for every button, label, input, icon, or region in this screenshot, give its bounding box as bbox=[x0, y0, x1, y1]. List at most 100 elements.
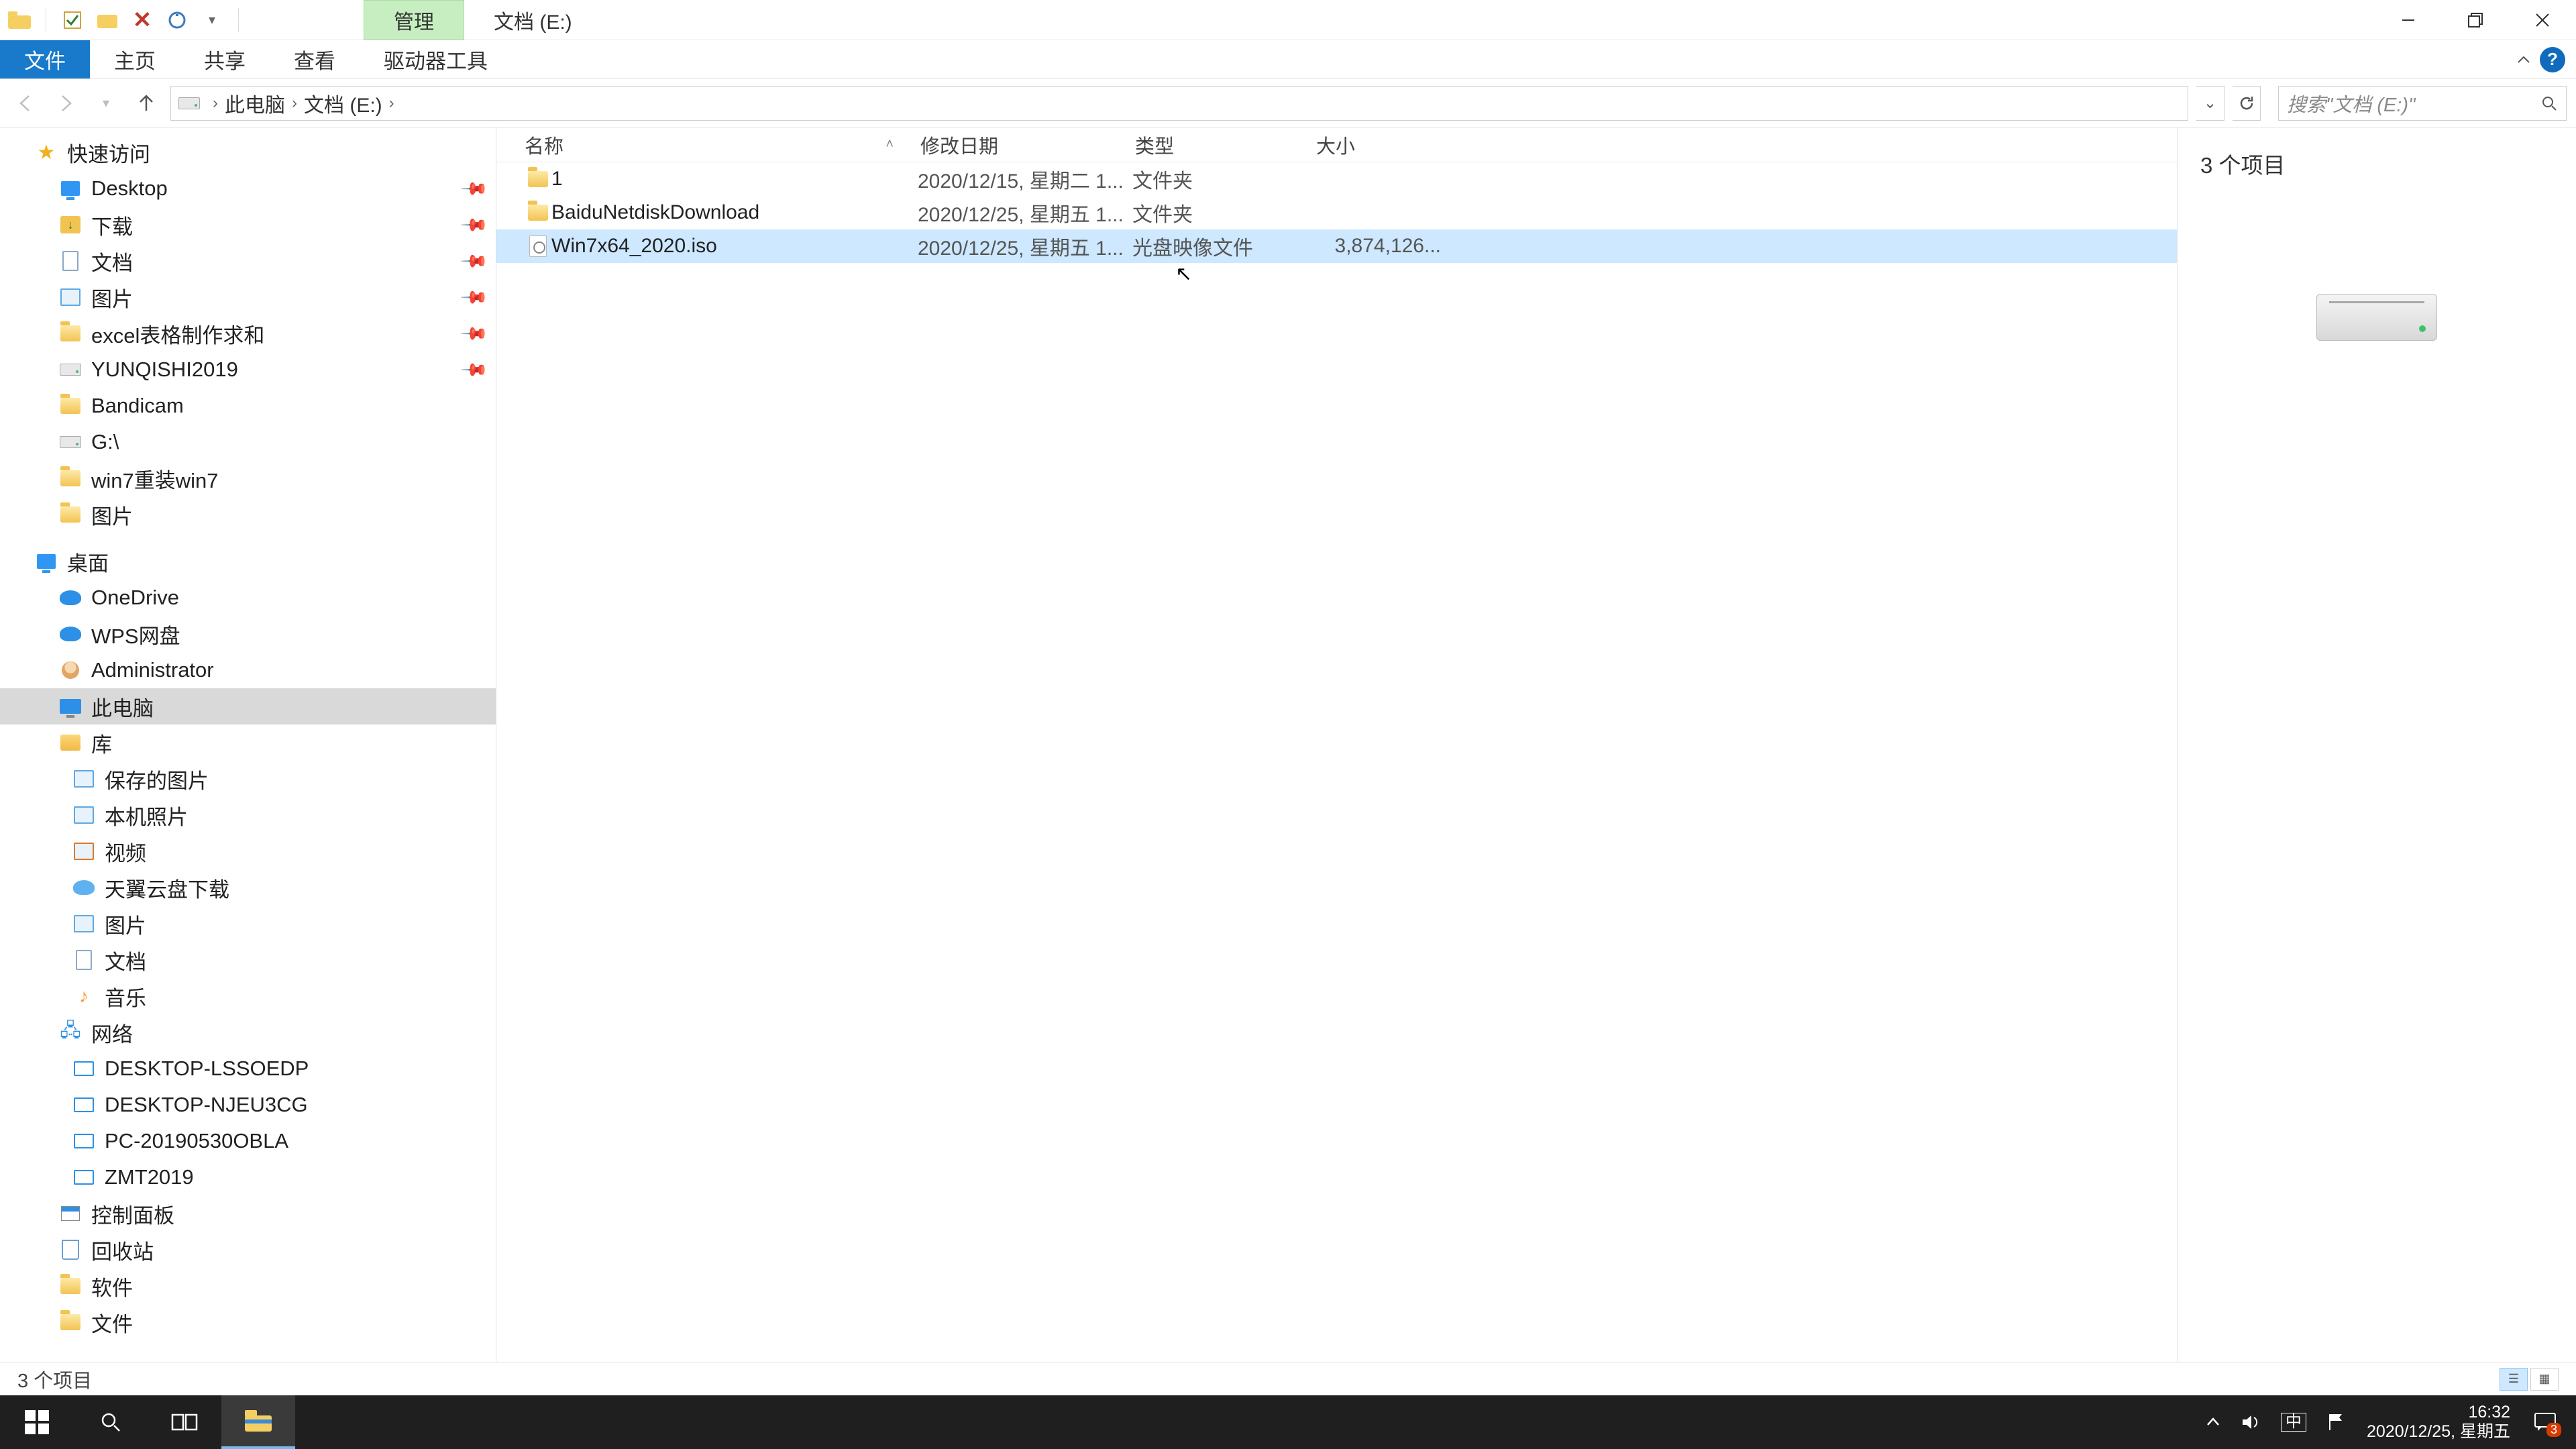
tree-yunqishi[interactable]: YUNQISHI2019📌 bbox=[0, 352, 496, 388]
tree-files[interactable]: 文件 bbox=[0, 1304, 496, 1340]
file-row[interactable]: Win7x64_2020.iso2020/12/25, 星期五 1...光盘映像… bbox=[496, 229, 2177, 263]
qat-delete-icon[interactable]: ✕ bbox=[129, 7, 155, 33]
tray-overflow-chevron-icon[interactable] bbox=[2206, 1415, 2220, 1430]
tree-net4[interactable]: ZMT2019 bbox=[0, 1159, 496, 1195]
tree-net2[interactable]: DESKTOP-NJEU3CG bbox=[0, 1087, 496, 1123]
tree-saved-pictures[interactable]: 保存的图片 bbox=[0, 761, 496, 797]
tree-recycle[interactable]: 回收站 bbox=[0, 1232, 496, 1268]
tree-label: 天翼云盘下载 bbox=[105, 873, 229, 903]
tree-net3[interactable]: PC-20190530OBLA bbox=[0, 1123, 496, 1159]
help-icon[interactable]: ? bbox=[2540, 47, 2565, 72]
tree-excel[interactable]: excel表格制作求和📌 bbox=[0, 315, 496, 352]
ribbon-tab-home[interactable]: 主页 bbox=[90, 40, 180, 78]
taskbar-explorer-button[interactable] bbox=[221, 1395, 295, 1449]
tree-label: Administrator bbox=[91, 658, 214, 682]
tree-win7reinstall[interactable]: win7重装win7 bbox=[0, 460, 496, 496]
tree-documents2[interactable]: 文档 bbox=[0, 942, 496, 978]
view-icons-button[interactable]: ▦ bbox=[2530, 1368, 2559, 1391]
column-header-size[interactable]: 大小 bbox=[1316, 127, 1444, 162]
taskbar-search-button[interactable] bbox=[74, 1395, 148, 1449]
qat-new-folder-icon[interactable] bbox=[95, 7, 120, 33]
navigation-pane[interactable]: ★快速访问 Desktop📌 下载📌 文档📌 图片📌 excel表格制作求和📌 … bbox=[0, 127, 496, 1362]
column-header-date[interactable]: 修改日期 bbox=[920, 127, 1135, 162]
network-pc-icon bbox=[72, 1130, 95, 1152]
search-input[interactable]: 搜索"文档 (E:)" bbox=[2278, 86, 2567, 121]
tree-pictures[interactable]: 图片📌 bbox=[0, 279, 496, 315]
up-button[interactable] bbox=[130, 87, 162, 119]
tree-software[interactable]: 软件 bbox=[0, 1268, 496, 1304]
file-row[interactable]: BaiduNetdiskDownload2020/12/25, 星期五 1...… bbox=[496, 196, 2177, 229]
tree-onedrive[interactable]: OneDrive bbox=[0, 580, 496, 616]
view-details-button[interactable]: ☰ bbox=[2500, 1368, 2528, 1391]
volume-icon[interactable] bbox=[2241, 1412, 2261, 1432]
tree-wps[interactable]: WPS网盘 bbox=[0, 616, 496, 652]
recycle-icon bbox=[59, 1238, 82, 1261]
tree-network[interactable]: 🖧网络 bbox=[0, 1014, 496, 1051]
action-center-button[interactable]: 3 bbox=[2530, 1409, 2560, 1436]
forward-button[interactable] bbox=[50, 87, 82, 119]
refresh-button[interactable] bbox=[2233, 86, 2261, 121]
qat-properties-icon[interactable] bbox=[164, 7, 190, 33]
pictures-icon bbox=[72, 767, 95, 790]
taskbar: 中 16:32 2020/12/25, 星期五 3 bbox=[0, 1395, 2576, 1449]
file-list[interactable]: 名称˄ 修改日期 类型 大小 12020/12/15, 星期二 1...文件夹B… bbox=[496, 127, 2177, 1362]
back-button[interactable] bbox=[9, 87, 42, 119]
column-header-type[interactable]: 类型 bbox=[1135, 127, 1316, 162]
tree-desktop[interactable]: Desktop📌 bbox=[0, 170, 496, 207]
tree-control-panel[interactable]: 控制面板 bbox=[0, 1195, 496, 1232]
qat-check-icon[interactable] bbox=[60, 7, 85, 33]
manage-contextual-tab[interactable]: 管理 bbox=[364, 0, 464, 40]
tree-quick-access[interactable]: ★快速访问 bbox=[0, 134, 496, 170]
notification-badge: 3 bbox=[2546, 1423, 2561, 1437]
restore-button[interactable] bbox=[2442, 0, 2509, 40]
tree-documents[interactable]: 文档📌 bbox=[0, 243, 496, 279]
pin-icon: 📌 bbox=[459, 174, 489, 204]
ribbon-tab-drive-tools[interactable]: 驱动器工具 bbox=[360, 40, 512, 78]
window-title: 文档 (E:) bbox=[464, 0, 602, 40]
taskbar-clock[interactable]: 16:32 2020/12/25, 星期五 bbox=[2367, 1403, 2510, 1442]
tree-camera-roll[interactable]: 本机照片 bbox=[0, 797, 496, 833]
tree-music[interactable]: ♪音乐 bbox=[0, 978, 496, 1014]
tree-this-pc[interactable]: 此电脑 bbox=[0, 688, 496, 724]
breadcrumb-caret-icon[interactable]: › bbox=[386, 94, 397, 113]
tree-tianyi[interactable]: 天翼云盘下载 bbox=[0, 869, 496, 906]
breadcrumb-current[interactable]: 文档 (E:) bbox=[300, 89, 386, 118]
ime-indicator[interactable]: 中 bbox=[2281, 1413, 2306, 1432]
tree-downloads[interactable]: 下载📌 bbox=[0, 207, 496, 243]
security-flag-icon[interactable] bbox=[2326, 1412, 2347, 1432]
tree-pictures2[interactable]: 图片 bbox=[0, 496, 496, 533]
tree-label: WPS网盘 bbox=[91, 619, 180, 649]
breadcrumb-this-pc[interactable]: 此电脑 bbox=[221, 89, 289, 118]
tree-libraries[interactable]: 库 bbox=[0, 724, 496, 761]
qat-dropdown-chevron-icon[interactable]: ▾ bbox=[199, 7, 225, 33]
ribbon-tab-share[interactable]: 共享 bbox=[180, 40, 270, 78]
breadcrumb-address[interactable]: › 此电脑 › 文档 (E:) › bbox=[170, 86, 2188, 121]
tree-desktop-root[interactable]: 桌面 bbox=[0, 543, 496, 580]
minimize-button[interactable] bbox=[2375, 0, 2442, 40]
search-icon[interactable] bbox=[2540, 95, 2558, 112]
drive-icon bbox=[59, 358, 82, 381]
tree-gdrive[interactable]: G:\ bbox=[0, 424, 496, 460]
tree-videos[interactable]: 视频 bbox=[0, 833, 496, 869]
file-row[interactable]: 12020/12/15, 星期二 1...文件夹 bbox=[496, 162, 2177, 196]
tree-bandicam[interactable]: Bandicam bbox=[0, 388, 496, 424]
tree-admin[interactable]: Administrator bbox=[0, 652, 496, 688]
pictures-icon bbox=[59, 286, 82, 309]
start-button[interactable] bbox=[0, 1395, 74, 1449]
task-view-button[interactable] bbox=[148, 1395, 221, 1449]
ribbon-tab-file[interactable]: 文件 bbox=[0, 40, 90, 78]
folder-icon bbox=[525, 171, 551, 187]
close-button[interactable] bbox=[2509, 0, 2576, 40]
tree-label: 音乐 bbox=[105, 981, 146, 1012]
tree-label: 库 bbox=[91, 728, 112, 758]
breadcrumb-caret-icon[interactable]: › bbox=[210, 94, 221, 113]
ribbon-collapse-chevron-icon[interactable] bbox=[2516, 52, 2532, 68]
address-dropdown-button[interactable]: ⌄ bbox=[2196, 86, 2224, 121]
recent-locations-button[interactable]: ▾ bbox=[90, 87, 122, 119]
app-icon[interactable] bbox=[7, 7, 32, 33]
tree-net1[interactable]: DESKTOP-LSSOEDP bbox=[0, 1051, 496, 1087]
ribbon-tab-view[interactable]: 查看 bbox=[270, 40, 360, 78]
breadcrumb-caret-icon[interactable]: › bbox=[289, 94, 300, 113]
tree-pictures3[interactable]: 图片 bbox=[0, 906, 496, 942]
column-header-name[interactable]: 名称˄ bbox=[525, 127, 920, 162]
